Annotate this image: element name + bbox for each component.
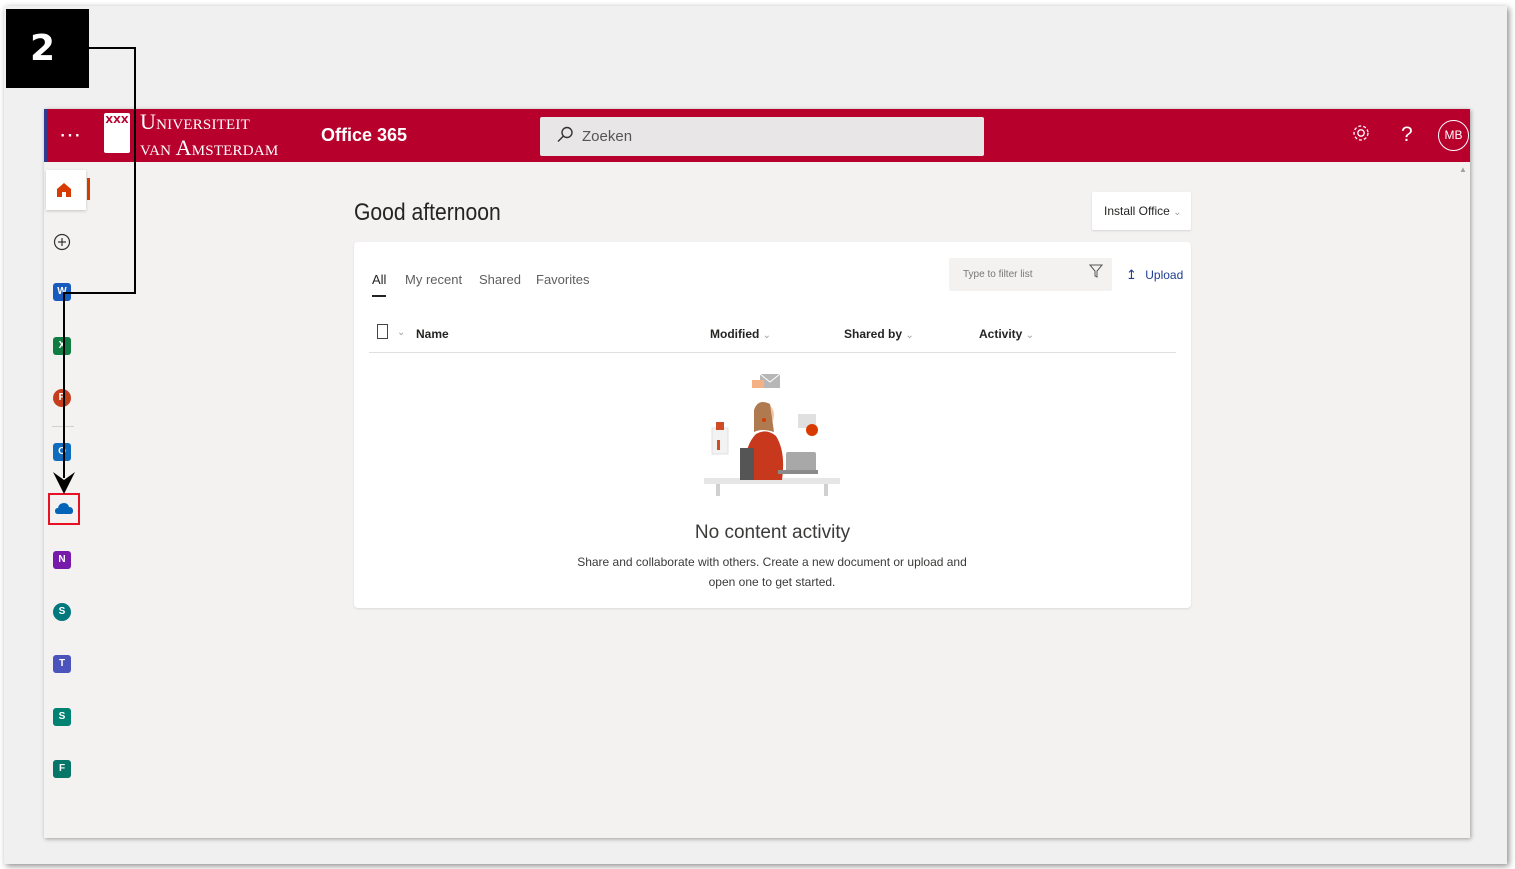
chevron-down-icon: ⌄ (1025, 330, 1035, 341)
help-icon[interactable]: ? (1401, 123, 1413, 147)
filter-list-input[interactable]: Type to filter list (949, 258, 1112, 291)
column-shared-by-label: Shared by (844, 327, 903, 341)
logo-line-2: van Amsterdam (140, 135, 279, 160)
install-office-label: Install Office (1104, 204, 1170, 218)
column-modified-label: Modified (710, 327, 760, 341)
column-activity[interactable]: Activity ⌄ (979, 327, 1034, 341)
onenote-icon[interactable]: N (53, 551, 71, 569)
recent-files-card: All My recent Shared Favorites Type to f… (354, 242, 1191, 608)
tab-favorites[interactable]: Favorites (536, 272, 589, 287)
empty-state-description: Share and collaborate with others. Creat… (577, 555, 967, 589)
search-box[interactable]: Zoeken (540, 117, 984, 156)
chevron-down-icon: ⌄ (1173, 207, 1182, 218)
rail-divider (52, 426, 74, 427)
uva-logo-wordmark[interactable]: Universiteit van Amsterdam (140, 110, 278, 160)
filter-icon[interactable] (1088, 264, 1104, 282)
sway-icon[interactable]: S (53, 708, 71, 726)
forms-icon[interactable]: F (53, 760, 71, 778)
logo-line-1: Universiteit (140, 109, 250, 134)
top-bar-edge (44, 109, 47, 162)
column-modified[interactable]: Modified ⌄ (710, 327, 771, 341)
uva-logo-mark: XXX (104, 113, 130, 153)
empty-state-illustration (704, 373, 840, 496)
excel-icon[interactable]: X (53, 337, 71, 355)
home-icon (57, 183, 71, 197)
install-office-button[interactable]: Install Office ⌄ (1092, 192, 1191, 230)
rail-item-onedrive-highlighted[interactable] (48, 493, 80, 525)
top-bar: ⋯ XXX Universiteit van Amsterdam Office … (44, 109, 1470, 162)
upload-label: Upload (1145, 268, 1184, 282)
app-rail: W X P O N S T S F (44, 162, 90, 838)
active-indicator (87, 178, 90, 200)
column-activity-label: Activity (979, 327, 1023, 341)
step-number-badge: 2 (6, 9, 89, 88)
app-title[interactable]: Office 365 (321, 125, 407, 146)
word-icon[interactable]: W (53, 283, 71, 301)
tab-shared[interactable]: Shared (479, 272, 521, 287)
search-placeholder: Zoeken (582, 128, 633, 145)
onedrive-icon (55, 503, 73, 514)
chevron-down-icon: ⌄ (905, 330, 914, 341)
avatar[interactable]: MB (1438, 120, 1469, 151)
rail-item-create[interactable] (53, 233, 71, 256)
column-shared-by[interactable]: Shared by ⌄ (844, 327, 914, 341)
search-icon (556, 126, 576, 146)
office-portal-window: ⋯ XXX Universiteit van Amsterdam Office … (44, 109, 1470, 838)
scroll-up-icon[interactable]: ▲ (1459, 165, 1467, 174)
greeting-heading: Good afternoon (354, 199, 501, 226)
upload-button[interactable]: ↥ Upload (1126, 267, 1183, 283)
column-name[interactable]: Name (416, 327, 449, 341)
file-table-header: ⌄ Name Modified ⌄ Shared by ⌄ Activity ⌄ (369, 322, 1176, 353)
chevron-down-icon[interactable]: ⌄ (397, 327, 405, 338)
tab-my-recent[interactable]: My recent (405, 272, 462, 287)
outlook-icon[interactable]: O (53, 443, 71, 461)
filter-placeholder: Type to filter list (963, 269, 1033, 280)
sharepoint-icon[interactable]: S (53, 603, 71, 621)
gear-icon[interactable] (1351, 123, 1371, 149)
empty-state-title: No content activity (694, 522, 851, 543)
tab-all[interactable]: All (372, 272, 387, 297)
logo-mark-text: XXX (105, 115, 129, 126)
plus-circle-icon (53, 233, 71, 251)
chevron-down-icon: ⌄ (762, 330, 772, 341)
powerpoint-icon[interactable]: P (53, 389, 71, 407)
app-launcher-icon[interactable]: ⋯ (58, 122, 82, 148)
file-type-icon[interactable] (377, 324, 388, 339)
rail-item-home[interactable] (46, 170, 90, 210)
teams-icon[interactable]: T (53, 655, 71, 673)
upload-icon: ↥ (1126, 267, 1137, 282)
